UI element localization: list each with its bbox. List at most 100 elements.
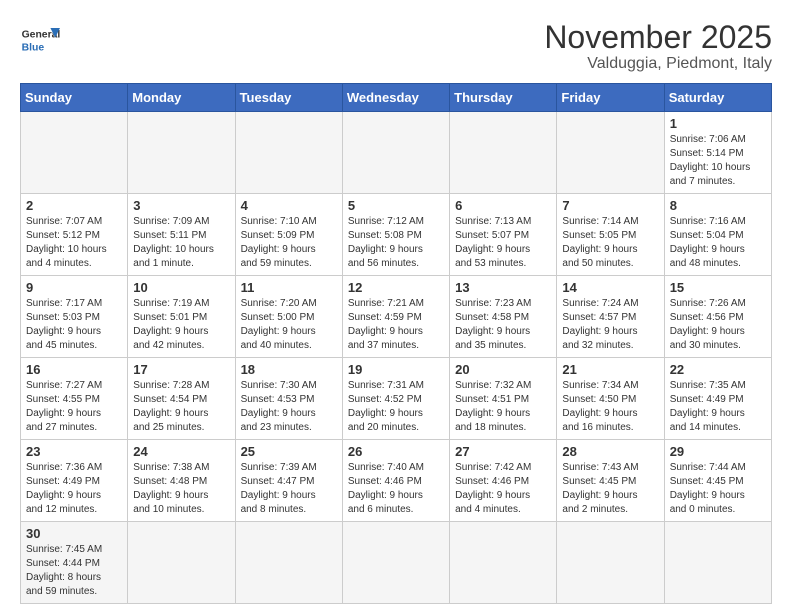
calendar-cell: 14 Sunrise: 7:24 AM Sunset: 4:57 PM Dayli… [557, 276, 664, 358]
calendar-week-6: 30 Sunrise: 7:45 AM Sunset: 4:44 PM Dayli… [21, 522, 772, 604]
day-info: Sunrise: 7:19 AM Sunset: 5:01 PM Dayligh… [133, 297, 229, 353]
calendar-cell [128, 522, 235, 604]
calendar-cell: 16 Sunrise: 7:27 AM Sunset: 4:55 PM Dayli… [21, 358, 128, 440]
calendar-cell: 23 Sunrise: 7:36 AM Sunset: 4:49 PM Dayli… [21, 440, 128, 522]
weekday-header-wednesday: Wednesday [342, 84, 449, 112]
calendar-cell [342, 112, 449, 194]
day-number: 27 [455, 444, 551, 459]
day-info: Sunrise: 7:27 AM Sunset: 4:55 PM Dayligh… [26, 379, 122, 435]
day-info: Sunrise: 7:23 AM Sunset: 4:58 PM Dayligh… [455, 297, 551, 353]
day-number: 21 [562, 362, 658, 377]
day-number: 25 [241, 444, 337, 459]
calendar-cell: 17Sunrise: 7:28 AM Sunset: 4:54 PM Dayli… [128, 358, 235, 440]
weekday-header-saturday: Saturday [664, 84, 771, 112]
day-info: Sunrise: 7:31 AM Sunset: 4:52 PM Dayligh… [348, 379, 444, 435]
day-number: 14 [562, 280, 658, 295]
day-number: 13 [455, 280, 551, 295]
calendar-cell: 28 Sunrise: 7:43 AM Sunset: 4:45 PM Dayli… [557, 440, 664, 522]
day-number: 7 [562, 198, 658, 213]
logo: General Blue [20, 20, 60, 60]
calendar-cell: 5 Sunrise: 7:12 AM Sunset: 5:08 PM Daylig… [342, 194, 449, 276]
day-number: 3 [133, 198, 229, 213]
title-block: November 2025 Valduggia, Piedmont, Italy [544, 20, 772, 73]
calendar-week-1: 1 Sunrise: 7:06 AM Sunset: 5:14 PM Daylig… [21, 112, 772, 194]
day-info: Sunrise: 7:42 AM Sunset: 4:46 PM Dayligh… [455, 461, 551, 517]
calendar-week-3: 9 Sunrise: 7:17 AM Sunset: 5:03 PM Daylig… [21, 276, 772, 358]
day-info: Sunrise: 7:16 AM Sunset: 5:04 PM Dayligh… [670, 215, 766, 271]
calendar-title: November 2025 [544, 20, 772, 55]
calendar-cell: 7 Sunrise: 7:14 AM Sunset: 5:05 PM Daylig… [557, 194, 664, 276]
day-number: 1 [670, 116, 766, 131]
calendar-cell: 27 Sunrise: 7:42 AM Sunset: 4:46 PM Dayli… [450, 440, 557, 522]
calendar-cell: 19 Sunrise: 7:31 AM Sunset: 4:52 PM Dayli… [342, 358, 449, 440]
calendar-cell [235, 522, 342, 604]
calendar-cell: 6Sunrise: 7:13 AM Sunset: 5:07 PM Daylig… [450, 194, 557, 276]
day-number: 19 [348, 362, 444, 377]
day-number: 30 [26, 526, 122, 541]
day-number: 5 [348, 198, 444, 213]
weekday-header-thursday: Thursday [450, 84, 557, 112]
calendar-cell: 10Sunrise: 7:19 AM Sunset: 5:01 PM Dayli… [128, 276, 235, 358]
calendar-cell: 26 Sunrise: 7:40 AM Sunset: 4:46 PM Dayli… [342, 440, 449, 522]
calendar-cell: 1 Sunrise: 7:06 AM Sunset: 5:14 PM Daylig… [664, 112, 771, 194]
calendar-cell: 15 Sunrise: 7:26 AM Sunset: 4:56 PM Dayli… [664, 276, 771, 358]
day-number: 29 [670, 444, 766, 459]
calendar-cell: 24Sunrise: 7:38 AM Sunset: 4:48 PM Dayli… [128, 440, 235, 522]
day-info: Sunrise: 7:40 AM Sunset: 4:46 PM Dayligh… [348, 461, 444, 517]
day-info: Sunrise: 7:12 AM Sunset: 5:08 PM Dayligh… [348, 215, 444, 271]
day-info: Sunrise: 7:26 AM Sunset: 4:56 PM Dayligh… [670, 297, 766, 353]
weekday-header-tuesday: Tuesday [235, 84, 342, 112]
day-number: 28 [562, 444, 658, 459]
day-info: Sunrise: 7:09 AM Sunset: 5:11 PM Dayligh… [133, 215, 229, 271]
day-info: Sunrise: 7:06 AM Sunset: 5:14 PM Dayligh… [670, 133, 766, 189]
header: General Blue November 2025 Valduggia, Pi… [20, 20, 772, 73]
day-info: Sunrise: 7:17 AM Sunset: 5:03 PM Dayligh… [26, 297, 122, 353]
calendar-week-5: 23 Sunrise: 7:36 AM Sunset: 4:49 PM Dayli… [21, 440, 772, 522]
day-number: 22 [670, 362, 766, 377]
day-number: 24 [133, 444, 229, 459]
day-info: Sunrise: 7:32 AM Sunset: 4:51 PM Dayligh… [455, 379, 551, 435]
day-info: Sunrise: 7:14 AM Sunset: 5:05 PM Dayligh… [562, 215, 658, 271]
weekday-header-monday: Monday [128, 84, 235, 112]
calendar-cell [557, 522, 664, 604]
day-number: 15 [670, 280, 766, 295]
day-info: Sunrise: 7:21 AM Sunset: 4:59 PM Dayligh… [348, 297, 444, 353]
calendar-cell: 18Sunrise: 7:30 AM Sunset: 4:53 PM Dayli… [235, 358, 342, 440]
calendar-cell: 25 Sunrise: 7:39 AM Sunset: 4:47 PM Dayli… [235, 440, 342, 522]
calendar-cell [128, 112, 235, 194]
day-number: 2 [26, 198, 122, 213]
day-info: Sunrise: 7:39 AM Sunset: 4:47 PM Dayligh… [241, 461, 337, 517]
weekday-header-sunday: Sunday [21, 84, 128, 112]
day-info: Sunrise: 7:44 AM Sunset: 4:45 PM Dayligh… [670, 461, 766, 517]
day-info: Sunrise: 7:36 AM Sunset: 4:49 PM Dayligh… [26, 461, 122, 517]
calendar-cell: 9 Sunrise: 7:17 AM Sunset: 5:03 PM Daylig… [21, 276, 128, 358]
calendar-cell: 12Sunrise: 7:21 AM Sunset: 4:59 PM Dayli… [342, 276, 449, 358]
day-number: 23 [26, 444, 122, 459]
calendar-page: General Blue November 2025 Valduggia, Pi… [0, 0, 792, 614]
calendar-cell: 3 Sunrise: 7:09 AM Sunset: 5:11 PM Daylig… [128, 194, 235, 276]
day-number: 8 [670, 198, 766, 213]
day-info: Sunrise: 7:13 AM Sunset: 5:07 PM Dayligh… [455, 215, 551, 271]
calendar-cell: 20 Sunrise: 7:32 AM Sunset: 4:51 PM Dayli… [450, 358, 557, 440]
day-info: Sunrise: 7:07 AM Sunset: 5:12 PM Dayligh… [26, 215, 122, 271]
day-info: Sunrise: 7:45 AM Sunset: 4:44 PM Dayligh… [26, 543, 122, 599]
day-info: Sunrise: 7:30 AM Sunset: 4:53 PM Dayligh… [241, 379, 337, 435]
day-number: 26 [348, 444, 444, 459]
calendar-cell [21, 112, 128, 194]
calendar-cell [450, 112, 557, 194]
calendar-cell: 22Sunrise: 7:35 AM Sunset: 4:49 PM Dayli… [664, 358, 771, 440]
logo-icon: General Blue [20, 20, 60, 60]
day-number: 9 [26, 280, 122, 295]
calendar-cell [235, 112, 342, 194]
day-info: Sunrise: 7:20 AM Sunset: 5:00 PM Dayligh… [241, 297, 337, 353]
calendar-cell: 2 Sunrise: 7:07 AM Sunset: 5:12 PM Daylig… [21, 194, 128, 276]
day-number: 16 [26, 362, 122, 377]
calendar-week-4: 16 Sunrise: 7:27 AM Sunset: 4:55 PM Dayli… [21, 358, 772, 440]
day-info: Sunrise: 7:43 AM Sunset: 4:45 PM Dayligh… [562, 461, 658, 517]
calendar-cell [342, 522, 449, 604]
day-number: 20 [455, 362, 551, 377]
day-info: Sunrise: 7:24 AM Sunset: 4:57 PM Dayligh… [562, 297, 658, 353]
calendar-cell: 21Sunrise: 7:34 AM Sunset: 4:50 PM Dayli… [557, 358, 664, 440]
calendar-header-row: SundayMondayTuesdayWednesdayThursdayFrid… [21, 84, 772, 112]
calendar-week-2: 2 Sunrise: 7:07 AM Sunset: 5:12 PM Daylig… [21, 194, 772, 276]
